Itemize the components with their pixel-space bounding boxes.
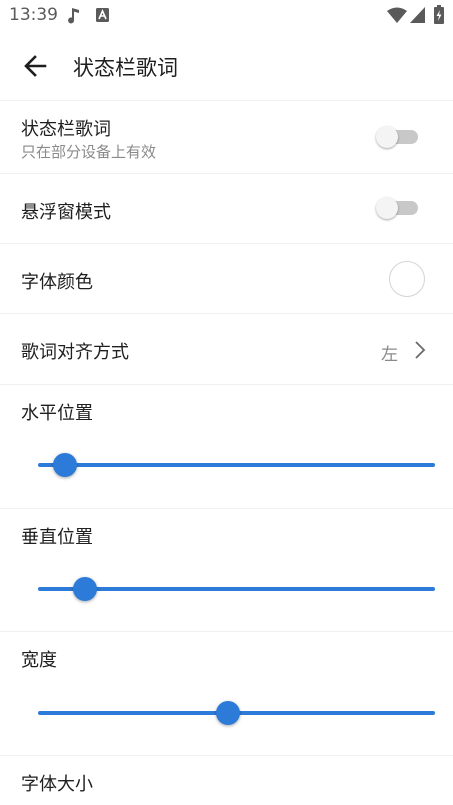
switch-thumb <box>376 126 398 148</box>
status-time: 13:39 <box>9 5 58 25</box>
floating-window-row[interactable]: 悬浮窗模式 <box>0 174 453 243</box>
slider-thumb[interactable] <box>52 453 77 477</box>
statusbar-lyric-switch[interactable] <box>376 125 420 149</box>
alignment-value: 左 <box>381 345 398 365</box>
horizontal-position-slider[interactable] <box>38 451 435 479</box>
horizontal-position-row: 水平位置 <box>0 385 453 508</box>
width-title: 宽度 <box>21 650 57 671</box>
slider-track <box>38 587 435 591</box>
statusbar-lyric-title: 状态栏歌词 <box>21 119 111 140</box>
width-row: 宽度 <box>0 632 453 755</box>
status-bar: 13:39 <box>0 0 453 32</box>
arrow-back-icon <box>24 55 47 77</box>
vertical-position-slider[interactable] <box>38 575 435 603</box>
statusbar-lyric-subtitle: 只在部分设备上有效 <box>21 143 157 161</box>
battery-charging-icon <box>434 5 444 24</box>
signal-icon <box>410 7 425 23</box>
a-box-icon <box>96 8 109 22</box>
font-size-row: 字体大小 <box>0 756 453 805</box>
alignment-title: 歌词对齐方式 <box>21 342 129 363</box>
app-bar: 状态栏歌词 <box>0 32 453 100</box>
wifi-icon <box>387 7 407 23</box>
font-color-row[interactable]: 字体颜色 <box>0 244 453 313</box>
slider-thumb[interactable] <box>215 701 240 725</box>
font-size-title: 字体大小 <box>21 774 93 795</box>
font-color-swatch[interactable] <box>389 261 425 297</box>
width-slider[interactable] <box>38 699 435 727</box>
floating-window-switch[interactable] <box>376 196 420 220</box>
vertical-position-row: 垂直位置 <box>0 509 453 631</box>
music-note-icon <box>68 8 79 24</box>
slider-track <box>38 463 435 467</box>
alignment-row[interactable]: 歌词对齐方式 左 <box>0 314 453 384</box>
horizontal-position-title: 水平位置 <box>21 403 93 424</box>
settings-screen: 13:39 状态栏歌词 状态栏歌词 只在部分设备上有效 悬浮窗模式 字体颜色 歌… <box>0 0 453 805</box>
floating-window-title: 悬浮窗模式 <box>21 202 111 223</box>
vertical-position-title: 垂直位置 <box>21 527 93 548</box>
font-color-title: 字体颜色 <box>21 272 93 293</box>
switch-thumb <box>376 197 398 219</box>
slider-thumb[interactable] <box>72 577 97 601</box>
statusbar-lyric-row[interactable]: 状态栏歌词 只在部分设备上有效 <box>0 101 453 173</box>
chevron-right-icon <box>415 341 426 359</box>
page-title: 状态栏歌词 <box>73 56 178 80</box>
back-button[interactable] <box>14 48 56 84</box>
